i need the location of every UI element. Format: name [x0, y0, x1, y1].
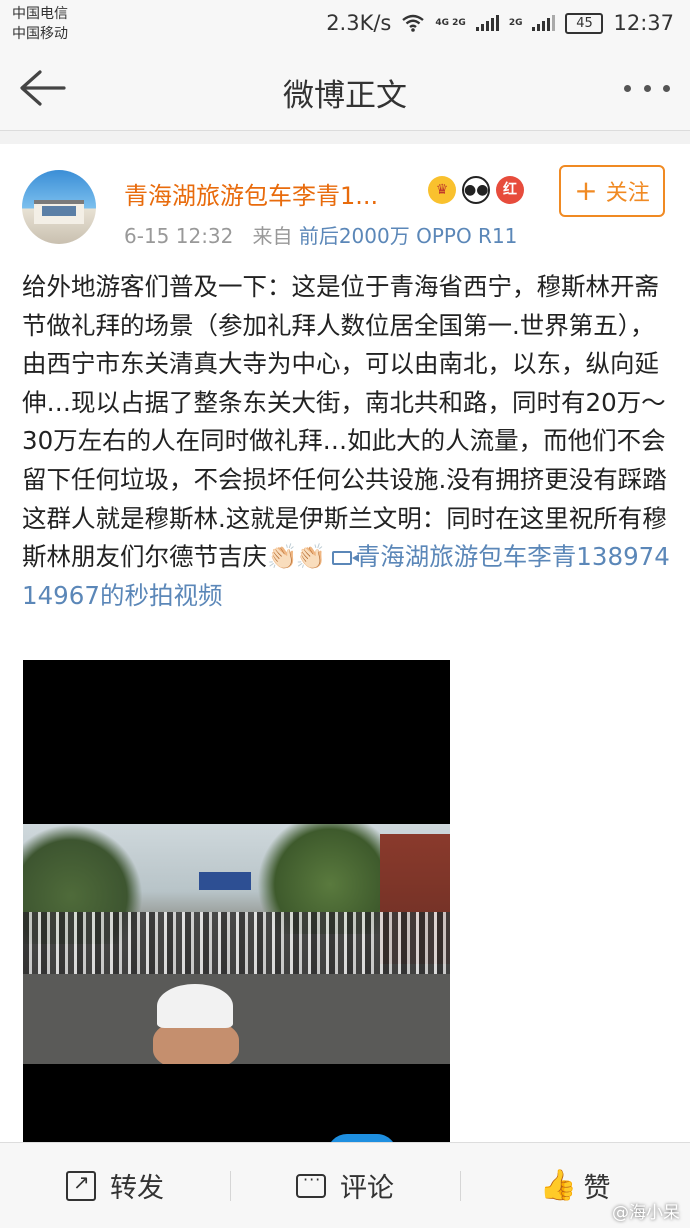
repost-button[interactable]: 转发 [0, 1143, 230, 1228]
avatar[interactable] [22, 170, 96, 244]
user-badges: ♛ ●● 红 [428, 176, 524, 204]
network-type-1: 4G 2G [435, 17, 466, 28]
comment-button[interactable]: 评论 [230, 1143, 460, 1228]
signal-icon-2 [532, 15, 556, 31]
battery-icon: 45 [565, 12, 604, 34]
wifi-icon [402, 14, 425, 32]
red-badge-icon: 红 [496, 176, 524, 204]
post-source[interactable]: 前后2000万 OPPO R11 [299, 224, 518, 248]
more-dots-icon[interactable] [624, 78, 670, 98]
thumbs-up-icon: 👍 [539, 1167, 577, 1203]
carrier-names: 中国电信 中国移动 [12, 4, 68, 44]
signal-icon [475, 15, 499, 31]
page-title: 微博正文 [283, 78, 407, 114]
post-meta: 6-15 12:32 来自 前后2000万 OPPO R11 [124, 220, 517, 249]
clap-emoji: 👏🏻👏🏻 [267, 542, 326, 572]
from-label: 来自 [252, 224, 293, 248]
plus-icon: + [574, 174, 598, 207]
post-content: 给外地游客们普及一下：这是位于青海省西宁，穆斯林开斋节做礼拜的场景（参加礼拜人数… [22, 268, 670, 615]
follow-button[interactable]: + 关注 [559, 165, 665, 217]
network-type-2: 2G [508, 17, 523, 28]
clock: 12:37 [613, 11, 674, 35]
status-bar: 中国电信 中国移动 2.3K/s 4G 2G 2G 45 12:37 [0, 0, 690, 48]
watermark: @海小呆 [612, 1203, 680, 1223]
post-time: 6-15 12:32 [124, 224, 234, 248]
crown-badge-icon: ♛ [428, 176, 456, 204]
video-player[interactable] [23, 660, 450, 1144]
action-toolbar: 转发 评论 👍 赞 [0, 1142, 690, 1228]
weibo-post: 青海湖旅游包车李青1... ♛ ●● 红 6-15 12:32 来自 前后200… [0, 144, 690, 1154]
video-frame [23, 824, 450, 1064]
like-label: 赞 [583, 1173, 611, 1204]
carrier-2: 中国移动 [12, 26, 68, 42]
comment-icon [296, 1170, 326, 1198]
panda-badge-icon: ●● [462, 176, 490, 204]
video-icon [331, 551, 359, 566]
username[interactable]: 青海湖旅游包车李青1... [124, 176, 378, 211]
status-indicators: 2.3K/s 4G 2G 2G 45 12:37 [326, 8, 674, 38]
post-text: 给外地游客们普及一下：这是位于青海省西宁，穆斯林开斋节做礼拜的场景（参加礼拜人数… [22, 272, 667, 572]
carrier-1: 中国电信 [12, 6, 68, 22]
repost-icon [66, 1170, 96, 1201]
network-speed: 2.3K/s [326, 11, 392, 35]
comment-label: 评论 [340, 1173, 394, 1204]
repost-label: 转发 [110, 1173, 164, 1204]
nav-bar: 微博正文 [0, 48, 690, 131]
follow-label: 关注 [605, 181, 650, 206]
